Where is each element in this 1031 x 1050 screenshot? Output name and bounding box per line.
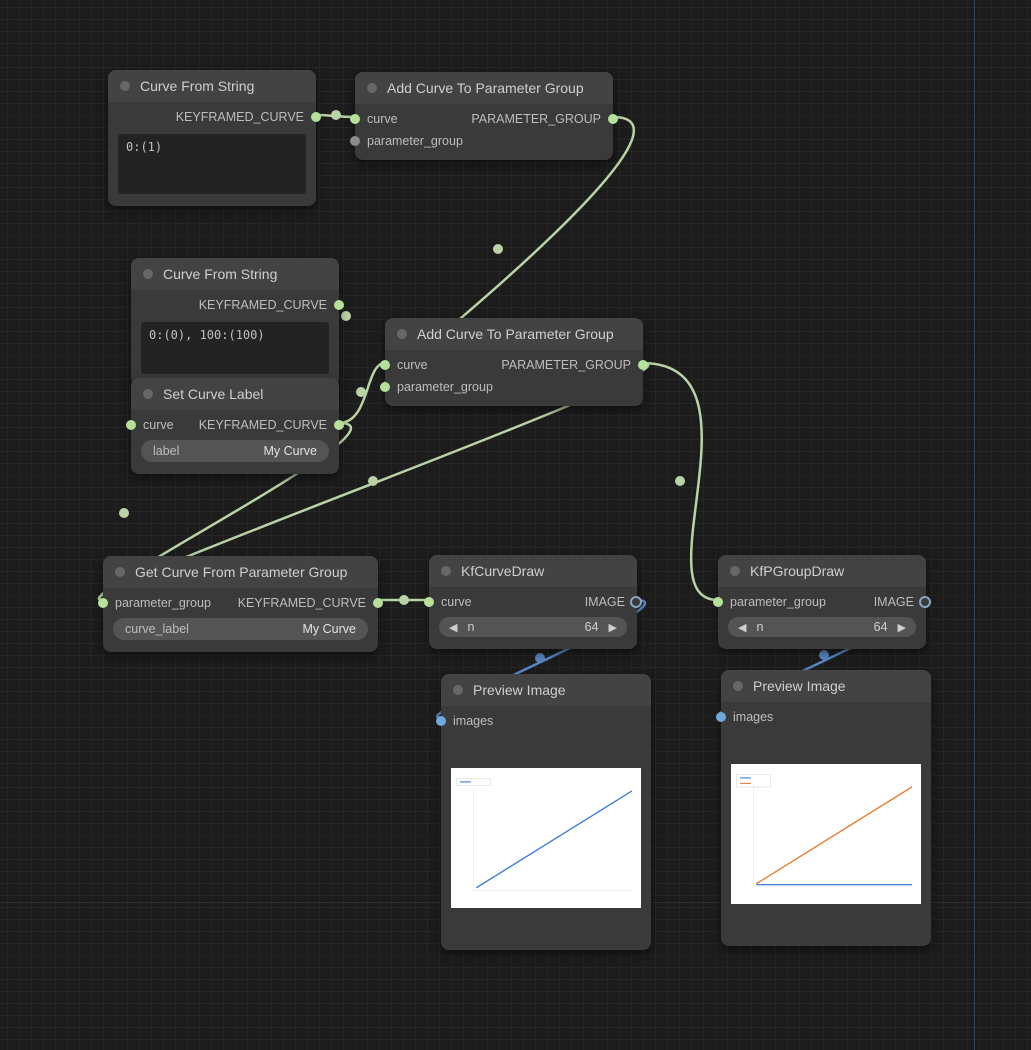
stepper-label: n [467,620,474,634]
collapse-dot-icon[interactable] [453,685,463,695]
input-socket-parameter-group[interactable] [713,597,723,607]
collapse-dot-icon[interactable] [367,83,377,93]
field-key: label [153,444,179,458]
node-header[interactable]: KfPGroupDraw [718,555,926,587]
code-input[interactable]: 0:(0), 100:(100) [141,322,329,374]
collapse-dot-icon[interactable] [733,681,743,691]
output-socket[interactable] [630,596,642,608]
output-socket[interactable] [638,360,648,370]
input-label: images [453,714,493,728]
output-label: KEYFRAMED_CURVE [199,418,327,432]
collapse-dot-icon[interactable] [143,389,153,399]
output-socket[interactable] [919,596,931,608]
input-label: curve [441,595,472,609]
input-socket-images[interactable] [436,716,446,726]
node-kf-pgroup-draw[interactable]: KfPGroupDraw parameter_group IMAGE ◀ n 6… [718,555,926,649]
collapse-dot-icon[interactable] [730,566,740,576]
node-title: Add Curve To Parameter Group [387,80,584,96]
input-socket-parameter-group[interactable] [350,136,360,146]
node-preview-image-1[interactable]: Preview Image images [441,674,651,950]
input-label: curve [367,112,398,126]
node-header[interactable]: Preview Image [441,674,651,706]
stepper-value: 64 [874,620,888,634]
node-graph-canvas[interactable]: Curve From String KEYFRAMED_CURVE 0:(1) … [0,0,1031,1050]
node-header[interactable]: Add Curve To Parameter Group [355,72,613,104]
curve-label-field[interactable]: curve_label My Curve [113,618,368,640]
input-socket-curve[interactable] [424,597,434,607]
output-label: IMAGE [585,595,625,609]
output-socket[interactable] [334,420,344,430]
input-label: parameter_group [115,596,211,610]
node-get-curve-from-parameter-group[interactable]: Get Curve From Parameter Group parameter… [103,556,378,652]
input-label: parameter_group [730,595,826,609]
node-header[interactable]: Curve From String [108,70,316,102]
node-header[interactable]: Preview Image [721,670,931,702]
preview-chart [451,768,641,908]
node-header[interactable]: Add Curve To Parameter Group [385,318,643,350]
field-key: curve_label [125,622,189,636]
guide-line-vertical [974,0,975,1050]
node-set-curve-label[interactable]: Set Curve Label curve KEYFRAMED_CURVE la… [131,378,339,474]
decrement-icon[interactable]: ◀ [734,621,750,634]
output-label: KEYFRAMED_CURVE [199,298,327,312]
input-socket-curve[interactable] [126,420,136,430]
increment-icon[interactable]: ▶ [894,621,910,634]
node-preview-image-2[interactable]: Preview Image images [721,670,931,946]
preview-chart [731,764,921,904]
node-header[interactable]: Set Curve Label [131,378,339,410]
input-socket-parameter-group[interactable] [380,382,390,392]
input-socket-parameter-group[interactable] [98,598,108,608]
output-label: PARAMETER_GROUP [501,358,631,372]
node-title: Curve From String [163,266,277,282]
node-kf-curve-draw[interactable]: KfCurveDraw curve IMAGE ◀ n 64 ▶ [429,555,637,649]
input-label: images [733,710,773,724]
output-label: IMAGE [874,595,914,609]
collapse-dot-icon[interactable] [115,567,125,577]
input-label: parameter_group [397,380,493,394]
output-socket[interactable] [334,300,344,310]
stepper-label: n [756,620,763,634]
collapse-dot-icon[interactable] [397,329,407,339]
collapse-dot-icon[interactable] [441,566,451,576]
node-curve-from-string-1[interactable]: Curve From String KEYFRAMED_CURVE 0:(1) [108,70,316,206]
output-label: KEYFRAMED_CURVE [238,596,366,610]
node-add-curve-to-parameter-group-2[interactable]: Add Curve To Parameter Group curve PARAM… [385,318,643,406]
output-label: PARAMETER_GROUP [471,112,601,126]
node-title: KfCurveDraw [461,563,544,579]
n-stepper[interactable]: ◀ n 64 ▶ [728,617,916,637]
output-label: KEYFRAMED_CURVE [176,110,304,124]
output-socket[interactable] [311,112,321,122]
output-socket[interactable] [373,598,383,608]
increment-icon[interactable]: ▶ [605,621,621,634]
node-title: Set Curve Label [163,386,263,402]
decrement-icon[interactable]: ◀ [445,621,461,634]
stepper-value: 64 [585,620,599,634]
node-header[interactable]: Get Curve From Parameter Group [103,556,378,588]
input-label: parameter_group [367,134,463,148]
field-value: My Curve [264,444,317,458]
node-header[interactable]: Curve From String [131,258,339,290]
node-curve-from-string-2[interactable]: Curve From String KEYFRAMED_CURVE 0:(0),… [131,258,339,386]
collapse-dot-icon[interactable] [143,269,153,279]
input-socket-curve[interactable] [380,360,390,370]
node-header[interactable]: KfCurveDraw [429,555,637,587]
n-stepper[interactable]: ◀ n 64 ▶ [439,617,627,637]
node-title: Preview Image [473,682,566,698]
node-title: Add Curve To Parameter Group [417,326,614,342]
input-label: curve [143,418,174,432]
node-title: Curve From String [140,78,254,94]
node-title: Preview Image [753,678,846,694]
field-value: My Curve [303,622,356,636]
label-field[interactable]: label My Curve [141,440,329,462]
output-socket[interactable] [608,114,618,124]
input-socket-curve[interactable] [350,114,360,124]
collapse-dot-icon[interactable] [120,81,130,91]
code-input[interactable]: 0:(1) [118,134,306,194]
input-socket-images[interactable] [716,712,726,722]
node-title: KfPGroupDraw [750,563,844,579]
node-title: Get Curve From Parameter Group [135,564,347,580]
input-label: curve [397,358,428,372]
node-add-curve-to-parameter-group-1[interactable]: Add Curve To Parameter Group curve PARAM… [355,72,613,160]
